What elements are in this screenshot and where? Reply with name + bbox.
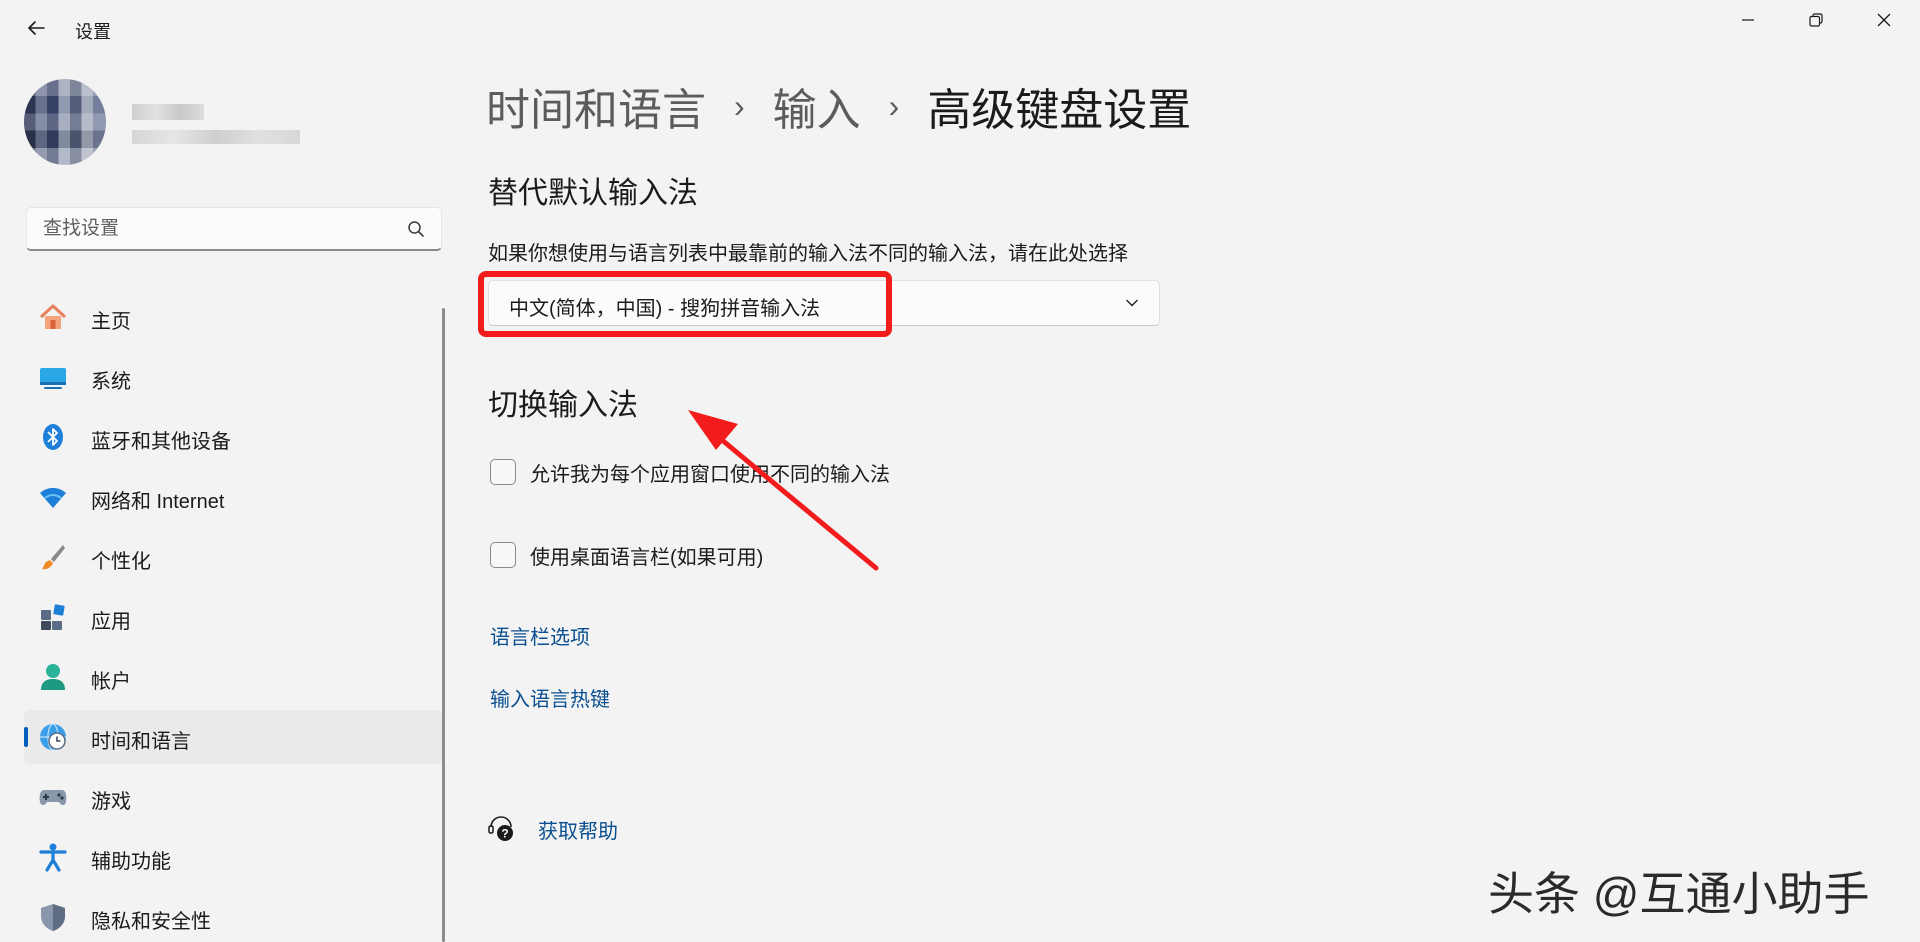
- desktop-language-bar-checkbox[interactable]: [490, 542, 516, 568]
- close-icon: [1877, 13, 1891, 27]
- per-app-input-checkbox[interactable]: [490, 459, 516, 485]
- sidebar-item-privacy-security[interactable]: 隐私和安全性: [24, 890, 442, 942]
- desktop-language-bar-label: 使用桌面语言栏(如果可用): [530, 546, 764, 569]
- account-icon: [38, 662, 68, 692]
- minimize-button[interactable]: [1720, 0, 1776, 40]
- minimize-icon: [1742, 19, 1754, 21]
- sidebar-item-personalization[interactable]: 个性化: [24, 530, 442, 584]
- watermark: 头条 @互通小助手: [1488, 868, 1870, 920]
- sidebar-item-label: 蓝牙和其他设备: [91, 431, 231, 453]
- title-bar: 设置: [0, 0, 1920, 56]
- active-indicator: [24, 727, 28, 747]
- brush-icon: [38, 542, 68, 572]
- breadcrumb-time-language[interactable]: 时间和语言: [486, 74, 706, 138]
- breadcrumb: 时间和语言 › 输入 › 高级键盘设置: [486, 78, 1191, 135]
- search-box[interactable]: [26, 207, 442, 251]
- breadcrumb-input[interactable]: 输入: [773, 74, 861, 138]
- accessibility-icon: [38, 842, 68, 872]
- avatar[interactable]: [24, 79, 106, 165]
- app-title: 设置: [75, 22, 111, 42]
- sidebar-item-label: 帐户: [91, 671, 131, 693]
- gamepad-icon: [38, 782, 68, 812]
- language-bar-options-link[interactable]: 语言栏选项: [490, 621, 590, 650]
- chevron-down-icon: [1126, 299, 1138, 307]
- sidebar-item-network[interactable]: 网络和 Internet: [24, 470, 442, 524]
- per-app-input-option[interactable]: 允许我为每个应用窗口使用不同的输入法: [490, 457, 890, 487]
- desktop-language-bar-option[interactable]: 使用桌面语言栏(如果可用): [490, 540, 763, 570]
- search-input[interactable]: [41, 208, 405, 250]
- help-icon: ?: [488, 816, 513, 841]
- sidebar-item-label: 游戏: [91, 791, 131, 813]
- profile-email-blurred: [132, 130, 300, 144]
- home-icon: [38, 302, 68, 332]
- shield-icon: [38, 902, 68, 932]
- profile-name-blurred: [132, 104, 204, 120]
- wifi-icon: [38, 482, 68, 512]
- back-arrow-icon: [28, 21, 45, 35]
- svg-text:?: ?: [501, 827, 508, 841]
- per-app-input-label: 允许我为每个应用窗口使用不同的输入法: [530, 463, 890, 486]
- time-language-icon: [38, 722, 68, 752]
- sidebar-item-home[interactable]: 主页: [24, 290, 442, 344]
- search-icon[interactable]: [407, 220, 425, 238]
- override-description: 如果你想使用与语言列表中最靠前的输入法不同的输入法，请在此处选择: [488, 243, 1128, 265]
- input-language-hotkeys-link[interactable]: 输入语言热键: [490, 683, 610, 712]
- bluetooth-icon: [38, 422, 68, 452]
- override-section-title: 替代默认输入法: [488, 177, 698, 210]
- sidebar-item-bluetooth[interactable]: 蓝牙和其他设备: [24, 410, 442, 464]
- restore-icon: [1809, 13, 1823, 27]
- restore-button[interactable]: [1788, 0, 1844, 40]
- breadcrumb-separator: ›: [888, 87, 900, 124]
- sidebar-item-label: 应用: [91, 611, 131, 633]
- sidebar-item-gaming[interactable]: 游戏: [24, 770, 442, 824]
- sidebar-nav: 主页 系统 蓝牙和其他设备 网络和 Internet 个性化 应用 帐户 时间和…: [24, 290, 442, 942]
- sidebar-item-time-language[interactable]: 时间和语言: [24, 710, 442, 764]
- close-button[interactable]: [1856, 0, 1912, 40]
- breadcrumb-separator: ›: [734, 87, 745, 124]
- settings-window: 设置 查找设置 主页 系统 蓝牙和其他设备 网络和 Internet 个性化 应…: [0, 0, 1920, 942]
- sidebar-item-label: 系统: [91, 371, 131, 393]
- sidebar-item-label: 个性化: [91, 551, 151, 573]
- sidebar-item-label: 主页: [91, 311, 131, 333]
- get-help-link[interactable]: 获取帮助: [538, 815, 618, 844]
- apps-icon: [38, 602, 68, 632]
- sidebar-scrollbar[interactable]: [442, 308, 445, 942]
- sidebar-item-system[interactable]: 系统: [24, 350, 442, 404]
- back-button[interactable]: [20, 12, 52, 44]
- switch-section-title: 切换输入法: [488, 389, 638, 422]
- page-title: 高级键盘设置: [927, 86, 1192, 135]
- system-icon: [38, 362, 68, 392]
- sidebar-item-accounts[interactable]: 帐户: [24, 650, 442, 704]
- sidebar-item-label: 时间和语言: [91, 731, 191, 753]
- sidebar-item-label: 辅助功能: [91, 851, 171, 873]
- sidebar-item-accessibility[interactable]: 辅助功能: [24, 830, 442, 884]
- sidebar-item-label: 隐私和安全性: [91, 911, 211, 933]
- annotation-highlight-box: [478, 271, 892, 337]
- sidebar-item-label: 网络和 Internet: [91, 491, 225, 513]
- sidebar-item-apps[interactable]: 应用: [24, 590, 442, 644]
